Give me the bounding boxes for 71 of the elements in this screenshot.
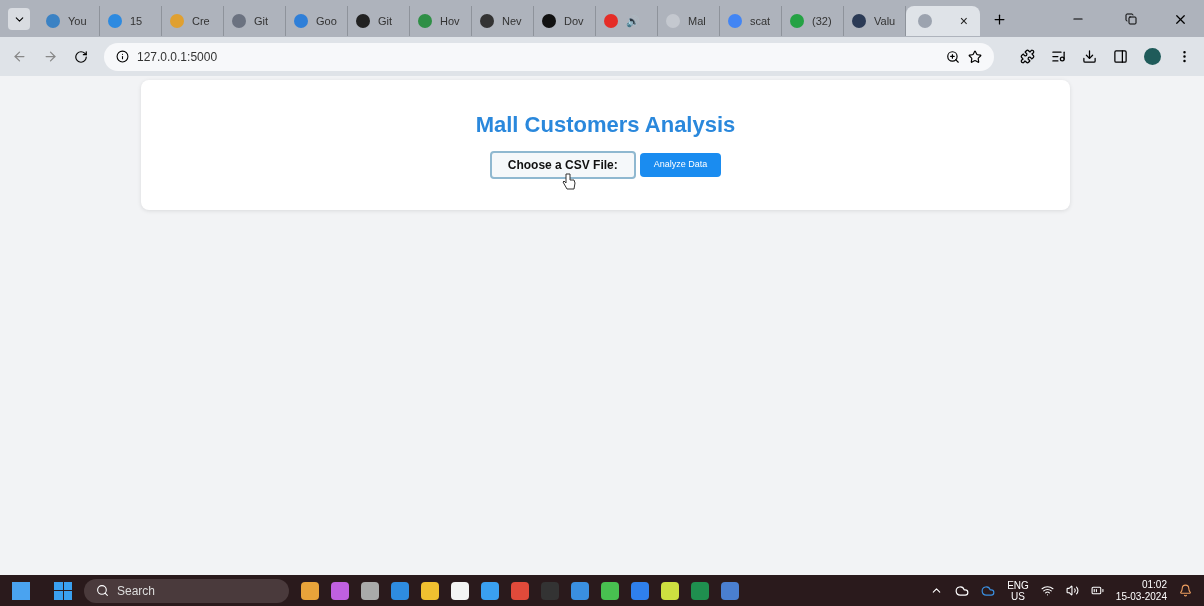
search-icon — [96, 584, 109, 597]
file-chooser-button[interactable]: Choose a CSV File: — [489, 151, 636, 179]
close-icon[interactable] — [1173, 12, 1188, 27]
tab-title: Git — [378, 13, 393, 29]
tab-title: 15 — [130, 13, 143, 29]
taskbar-app-icon[interactable] — [661, 581, 679, 600]
download-icon[interactable] — [1082, 49, 1097, 64]
browser-tab[interactable]: × — [906, 6, 980, 36]
browser-tab[interactable]: Nev — [472, 6, 534, 36]
analyze-data-button[interactable]: Analyze Data — [639, 153, 722, 177]
tab-title: 🔊 — [626, 13, 640, 30]
region-text: US — [1011, 590, 1025, 602]
browser-tab[interactable]: Dov — [534, 6, 596, 36]
tab-title: (32) — [812, 13, 832, 29]
browser-tab[interactable]: Goo — [286, 6, 348, 36]
browser-tab[interactable]: (32) — [782, 6, 844, 36]
wifi-icon[interactable] — [1040, 584, 1054, 597]
clock-time: 01:02 — [1141, 578, 1167, 591]
side-panel-icon[interactable] — [1113, 49, 1128, 64]
profile-avatar[interactable] — [1144, 48, 1161, 65]
site-info-icon[interactable] — [116, 50, 129, 63]
taskbar-search-field[interactable]: Search — [84, 578, 289, 603]
restore-icon[interactable] — [1125, 13, 1137, 25]
browser-tab[interactable]: Git — [224, 6, 286, 36]
tab-search-button[interactable] — [8, 8, 30, 30]
search-placeholder: Search — [117, 582, 156, 600]
browser-tab[interactable]: Hov — [410, 6, 472, 36]
taskbar-app-icon[interactable] — [421, 581, 439, 600]
browser-tab[interactable]: You — [38, 6, 100, 36]
url-text: 127.0.0.1:5000 — [137, 48, 219, 66]
hand-cursor-icon — [561, 173, 576, 191]
taskbar-app-icon[interactable] — [481, 581, 499, 600]
extensions-icon[interactable] — [1020, 49, 1035, 64]
widgets-icon[interactable] — [12, 581, 30, 600]
back-icon[interactable] — [12, 49, 27, 64]
tab-title: Hov — [440, 13, 460, 29]
tab-title: You — [68, 13, 87, 29]
cloud-icon[interactable] — [955, 583, 970, 598]
browser-tab[interactable]: scat — [720, 6, 782, 36]
tab-close-button[interactable]: × — [959, 10, 968, 32]
clock-date: 15-03-2024 — [1115, 590, 1167, 603]
tab-title: Dov — [564, 13, 584, 29]
reload-icon[interactable] — [74, 49, 88, 64]
language-text: ENG — [1007, 579, 1029, 591]
browser-tab[interactable]: Cre — [162, 6, 224, 36]
browser-tab[interactable]: 🔊 — [596, 6, 658, 36]
page-title: Mall Customers Analysis — [475, 111, 736, 139]
tab-title: Valu — [874, 13, 896, 29]
battery-icon[interactable] — [1090, 584, 1104, 597]
tab-title: Cre — [192, 13, 210, 29]
start-icon[interactable] — [54, 581, 72, 600]
volume-icon[interactable] — [1065, 584, 1079, 597]
browser-tab[interactable]: Git — [348, 6, 410, 36]
tab-title: Mal — [688, 13, 706, 29]
taskbar-app-icon[interactable] — [601, 581, 619, 600]
tab-title: Goo — [316, 13, 337, 29]
tab-title: Nev — [502, 13, 522, 29]
address-bar[interactable]: 127.0.0.1:5000 — [104, 42, 994, 71]
forward-icon[interactable] — [43, 49, 58, 64]
zoom-icon[interactable] — [946, 49, 960, 64]
new-tab-icon[interactable] — [992, 12, 1007, 27]
browser-tab[interactable]: 15 — [100, 6, 162, 36]
tab-title: Git — [254, 13, 269, 29]
bookmark-star-icon[interactable] — [968, 49, 982, 64]
taskbar-app-icon[interactable] — [361, 581, 379, 600]
taskbar-app-icon[interactable] — [301, 581, 319, 600]
tab-title: scat — [750, 13, 771, 29]
notification-bell-icon[interactable] — [1179, 584, 1192, 597]
media-icon[interactable] — [1051, 49, 1066, 64]
taskbar-app-icon[interactable] — [451, 581, 469, 600]
browser-tab[interactable]: Mal — [658, 6, 720, 36]
